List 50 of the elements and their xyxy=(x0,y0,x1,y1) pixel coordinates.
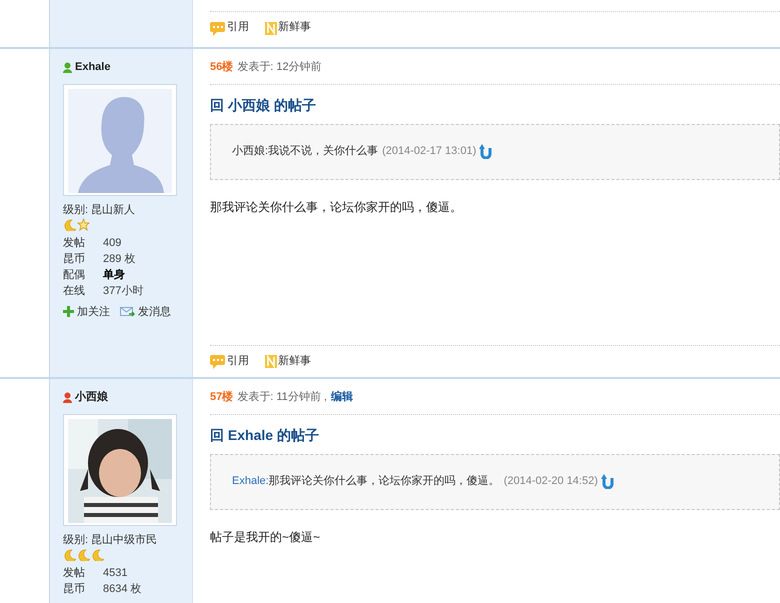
post-time: 发表于: 12分钟前 xyxy=(237,60,322,75)
moon-icon xyxy=(77,548,90,560)
quote-time: (2014-02-17 13:01) xyxy=(382,144,476,160)
post-title: 回 小西娘 的帖子 xyxy=(210,96,317,114)
stat-label: 昆币 xyxy=(63,252,86,266)
up-arrow-icon[interactable] xyxy=(479,144,494,159)
news-link[interactable]: 新鲜事 xyxy=(265,19,311,36)
quote-link[interactable]: 引用 xyxy=(210,19,249,36)
stat-label: 配偶 xyxy=(63,268,86,282)
stat-value: 4531 xyxy=(103,566,128,580)
follow-link[interactable]: 加关注 xyxy=(63,304,110,320)
stat-label: 发帖 xyxy=(63,236,86,250)
rank-label: 级别: 昆山新人 xyxy=(63,202,136,218)
username[interactable]: Exhale xyxy=(75,59,110,76)
stat-label: 昆币 xyxy=(63,582,86,596)
star-icon xyxy=(77,218,90,230)
stat-value: 377小时 xyxy=(103,284,144,298)
speech-bubble-icon xyxy=(210,354,226,369)
moon-icon xyxy=(91,548,104,560)
news-link[interactable]: 新鲜事 xyxy=(265,352,311,369)
envelope-icon xyxy=(120,306,135,318)
post-title: 回 Exhale 的帖子 xyxy=(210,426,320,444)
post-body: 帖子是我开的~傻逼~ xyxy=(210,528,322,546)
stat-value: 8634 枚 xyxy=(103,582,142,596)
quote-text: 那我评论关你什么事，论坛你家开的吗，傻逼。 xyxy=(268,474,500,490)
edit-link[interactable]: 编辑 xyxy=(330,389,353,406)
stat-value: 单身 xyxy=(103,268,125,282)
speech-bubble-icon xyxy=(210,20,226,36)
quote-time: (2014-02-20 14:52) xyxy=(504,474,598,490)
letter-n-icon xyxy=(265,354,277,369)
quote-link[interactable]: 引用 xyxy=(210,352,249,369)
rank-label: 级别: 昆山中级市民 xyxy=(63,532,158,548)
stat-value: 289 枚 xyxy=(103,252,136,266)
stat-label: 发帖 xyxy=(63,566,86,580)
moon-icon xyxy=(63,218,76,230)
quote-text: 我说不说，关你什么事 xyxy=(268,144,378,160)
floor-number: 56楼 xyxy=(210,60,234,75)
floor-number: 57楼 xyxy=(210,390,234,405)
post-body: 那我评论关你什么事，论坛你家开的吗，傻逼。 xyxy=(210,198,463,216)
post-time: 发表于: 11分钟前 , xyxy=(237,390,327,405)
moon-icon xyxy=(63,548,76,560)
quote-author: 小西娘: xyxy=(232,144,268,160)
up-arrow-icon[interactable] xyxy=(600,474,615,489)
stat-value: 409 xyxy=(103,236,122,250)
message-link[interactable]: 发消息 xyxy=(120,304,171,320)
quote-author[interactable]: Exhale: xyxy=(232,473,269,490)
plus-icon xyxy=(63,306,74,318)
letter-n-icon xyxy=(265,20,277,36)
username[interactable]: 小西娘 xyxy=(75,389,108,406)
stat-label: 在线 xyxy=(63,284,86,298)
